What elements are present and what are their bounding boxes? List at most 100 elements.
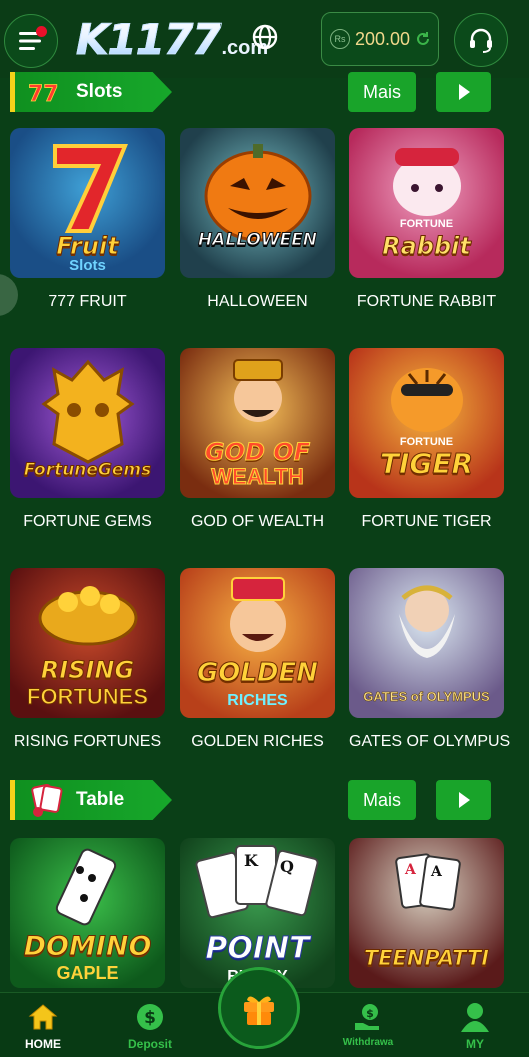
game-thumbnail: Fruit Slots <box>10 128 165 278</box>
game-thumbnail: K Q POINT RUMMY <box>180 838 335 988</box>
thumb-title: GOD OF <box>204 438 311 467</box>
thumb-title: FortuneGems <box>23 460 152 481</box>
thumb-title: POINT <box>205 931 310 967</box>
nav-deposit[interactable]: $ Deposit <box>105 1001 195 1051</box>
thumb-subtitle: WEALTH <box>211 464 304 490</box>
game-thumbnail: GATES of OLYMPUS <box>349 568 504 718</box>
slots-label: Slots <box>76 81 123 102</box>
game-name: HALLOWEEN <box>207 293 308 310</box>
game-card[interactable]: FortuneGems FORTUNE GEMS <box>10 348 165 531</box>
nav-home[interactable]: HOME <box>0 1001 88 1051</box>
slot-777-icon: 77 <box>28 82 59 108</box>
game-card[interactable]: K Q POINT RUMMY <box>180 838 335 988</box>
withdraw-hand-icon: $ <box>355 1004 379 1030</box>
thumb-title: GOLDEN <box>196 658 319 689</box>
playing-cards-art-icon: K Q <box>195 845 319 919</box>
home-icon <box>28 1004 58 1030</box>
thumb-subtitle: FORTUNES <box>27 684 149 710</box>
nav-deposit-label: Deposit <box>127 1037 172 1051</box>
table-section-header: Table Mais <box>0 780 529 820</box>
nav-my-label: MY <box>466 1037 484 1051</box>
game-card[interactable]: GOLDEN RICHES GOLDEN RICHES <box>180 568 335 751</box>
nav-home-label: HOME <box>25 1037 61 1051</box>
table-label: Table <box>76 789 125 810</box>
game-card[interactable]: GATES of OLYMPUS GATES OF OLYMPUS <box>349 568 511 751</box>
thumb-title: Rabbit <box>382 232 472 261</box>
game-name: FORTUNE RABBIT <box>356 293 497 310</box>
thumb-title: Fruit <box>56 232 119 261</box>
svg-text:K: K <box>244 851 259 870</box>
game-name: FORTUNE TIGER <box>361 513 492 530</box>
svg-text:$: $ <box>144 1008 156 1028</box>
refresh-icon[interactable] <box>414 30 432 48</box>
slots-more-button[interactable]: Mais <box>348 72 416 112</box>
game-thumbnail: FortuneGems <box>10 348 165 498</box>
thumb-subtitle: FORTUNE <box>399 218 454 230</box>
svg-text:$: $ <box>366 1007 374 1020</box>
balance-display[interactable]: Rs 200.00 <box>321 12 439 66</box>
dollar-coin-icon: $ <box>137 1004 163 1030</box>
app-header: K1177 .com Rs 200.00 <box>0 0 529 78</box>
aces-art-icon: A A <box>395 853 461 911</box>
svg-text:A: A <box>430 864 443 880</box>
svg-text:77: 77 <box>28 82 59 107</box>
logo: K1177 .com <box>75 14 268 65</box>
game-name: 777 FRUIT <box>48 293 127 310</box>
thumb-title: RISING <box>40 656 135 685</box>
table-tab[interactable]: Table <box>10 780 172 820</box>
notification-dot <box>36 26 47 37</box>
table-more-button[interactable]: Mais <box>348 780 416 820</box>
table-next-button[interactable] <box>436 780 491 820</box>
game-thumbnail: TIGER FORTUNE <box>349 348 504 498</box>
nav-my[interactable]: MY <box>430 1001 520 1051</box>
game-card[interactable]: TIGER FORTUNE FORTUNE TIGER <box>349 348 504 531</box>
cards-chips-icon <box>31 783 63 817</box>
thumb-title: TIGER <box>379 447 474 481</box>
seven-art-icon <box>53 144 128 233</box>
play-arrow-icon <box>458 84 470 100</box>
game-name: FORTUNE GEMS <box>23 513 152 530</box>
menu-button[interactable] <box>4 14 58 68</box>
headset-icon <box>470 28 492 53</box>
game-name: RISING FORTUNES <box>13 733 162 750</box>
game-card[interactable]: A A TEENPATTI <box>349 838 504 988</box>
thumb-title: HALLOWEEN <box>197 230 318 251</box>
game-card[interactable]: DOMINO GAPLE <box>10 838 165 988</box>
slots-next-button[interactable] <box>436 72 491 112</box>
game-card[interactable]: GOD OF WEALTH GOD OF WEALTH <box>180 348 335 531</box>
game-thumbnail: Rabbit FORTUNE <box>349 128 504 278</box>
wealth-god-art-icon <box>233 359 283 422</box>
nav-withdraw[interactable]: $ Withdrawa <box>323 1001 413 1048</box>
zeus-art-icon <box>399 585 455 658</box>
domino-art-icon <box>55 848 117 926</box>
thumb-subtitle: FORTUNE <box>399 436 454 448</box>
game-name: GOD OF WEALTH <box>190 513 325 530</box>
currency-badge: Rs <box>330 29 350 49</box>
game-card[interactable]: RISING FORTUNES RISING FORTUNES <box>10 568 165 751</box>
globe-icon[interactable] <box>250 22 280 52</box>
svg-text:Q: Q <box>280 857 294 876</box>
game-thumbnail: GOD OF WEALTH <box>180 348 335 498</box>
logo-main: K1177 <box>75 15 221 65</box>
golden-mask-art-icon <box>41 359 135 464</box>
rich-man-art-icon <box>230 577 286 652</box>
thumb-title: DOMINO <box>23 931 152 963</box>
user-icon <box>461 1003 489 1032</box>
rabbit-art-icon <box>393 148 461 216</box>
gift-button[interactable] <box>218 967 300 1049</box>
game-card[interactable]: Rabbit FORTUNE FORTUNE RABBIT <box>349 128 504 311</box>
game-name: GOLDEN RICHES <box>191 733 324 750</box>
slots-tab[interactable]: 77 Slots <box>10 72 172 112</box>
balance-amount: 200.00 <box>355 28 411 49</box>
thumb-subtitle: RICHES <box>227 692 288 709</box>
gift-icon <box>244 996 274 1025</box>
support-button[interactable] <box>454 13 508 67</box>
game-name: GATES OF OLYMPUS <box>349 733 511 750</box>
game-thumbnail: HALLOWEEN <box>180 128 335 278</box>
thumb-subtitle: GATES of OLYMPUS <box>363 689 490 705</box>
tiger-art-icon <box>391 368 463 432</box>
game-card[interactable]: Fruit Slots 777 FRUIT <box>10 128 165 311</box>
svg-text:A: A <box>404 862 417 878</box>
game-card[interactable]: HALLOWEEN HALLOWEEN <box>180 128 335 311</box>
play-arrow-icon <box>458 792 470 808</box>
